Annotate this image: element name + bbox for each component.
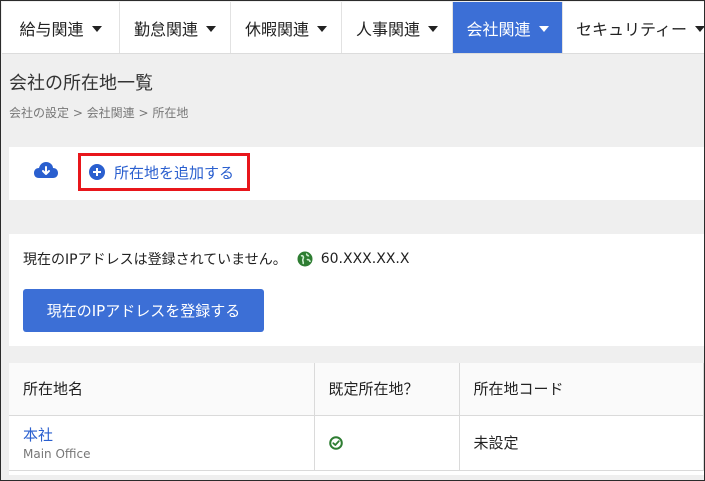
column-header-default[interactable]: 既定所在地？ [314, 363, 460, 416]
locations-table: 所在地名 既定所在地？ 所在地コード 本社 Main Office 未設定 [9, 363, 704, 475]
nav-item-payroll[interactable]: 給与関連 [2, 2, 120, 53]
top-nav: 給与関連 勤怠関連 休暇関連 人事関連 会社関連 セキュリティー [2, 2, 704, 54]
nav-item-label: 勤怠関連 [133, 19, 198, 39]
column-header-code[interactable]: 所在地コード [459, 363, 704, 416]
nav-item-label: 人事関連 [355, 19, 420, 39]
location-subname: Main Office [23, 447, 91, 461]
caret-down-icon [695, 26, 704, 32]
table-row: 本社 Main Office 未設定 [9, 415, 704, 471]
breadcrumb: 会社の設定 > 会社関連 > 所在地 [9, 106, 189, 120]
caret-down-icon [206, 26, 216, 32]
caret-down-icon [91, 26, 102, 32]
location-code-cell: 未設定 [459, 415, 704, 471]
nav-item-security[interactable]: セキュリティー [563, 2, 704, 53]
caret-down-icon [428, 26, 438, 32]
check-circle-icon [328, 436, 343, 450]
actions-panel: 所在地を追加する [9, 147, 704, 200]
app-frame: 給与関連 勤怠関連 休暇関連 人事関連 会社関連 セキュリティー 会社の所在地一… [0, 0, 705, 481]
ip-address: 60.XXX.XX.X [320, 251, 410, 267]
location-name-link[interactable]: 本社 [23, 424, 314, 445]
register-ip-button[interactable]: 現在のIPアドレスを登録する [23, 289, 264, 332]
nav-item-label: 会社関連 [466, 19, 531, 39]
location-name-cell: 本社 Main Office [9, 415, 315, 471]
nav-item-label: 休暇関連 [244, 19, 309, 39]
cloud-download-icon[interactable] [33, 161, 59, 183]
nav-item-label: 給与関連 [19, 19, 84, 39]
ip-message: 現在のIPアドレスは登録されていません。 [23, 252, 287, 268]
ip-panel: 現在のIPアドレスは登録されていません。 60.XXX.XX.X 現在のIPアド… [9, 234, 704, 346]
nav-item-label: セキュリティー [576, 19, 688, 39]
add-location-label: 所在地を追加する [114, 163, 235, 182]
nav-item-leave[interactable]: 休暇関連 [231, 2, 342, 53]
page-title: 会社の所在地一覧 [9, 73, 153, 94]
nav-item-attendance[interactable]: 勤怠関連 [120, 2, 231, 53]
default-location-cell [314, 415, 460, 471]
add-location-button[interactable]: 所在地を追加する [78, 153, 250, 191]
nav-item-hr[interactable]: 人事関連 [342, 2, 453, 53]
caret-down-icon [538, 26, 549, 32]
table-header-row: 所在地名 既定所在地？ 所在地コード [9, 363, 704, 416]
nav-item-company[interactable]: 会社関連 [453, 2, 563, 53]
globe-icon [297, 251, 313, 267]
ip-status: 現在のIPアドレスは登録されていません。 60.XXX.XX.X [23, 249, 409, 269]
column-header-name[interactable]: 所在地名 [9, 363, 315, 416]
caret-down-icon [317, 26, 327, 32]
plus-circle-icon [89, 164, 105, 180]
